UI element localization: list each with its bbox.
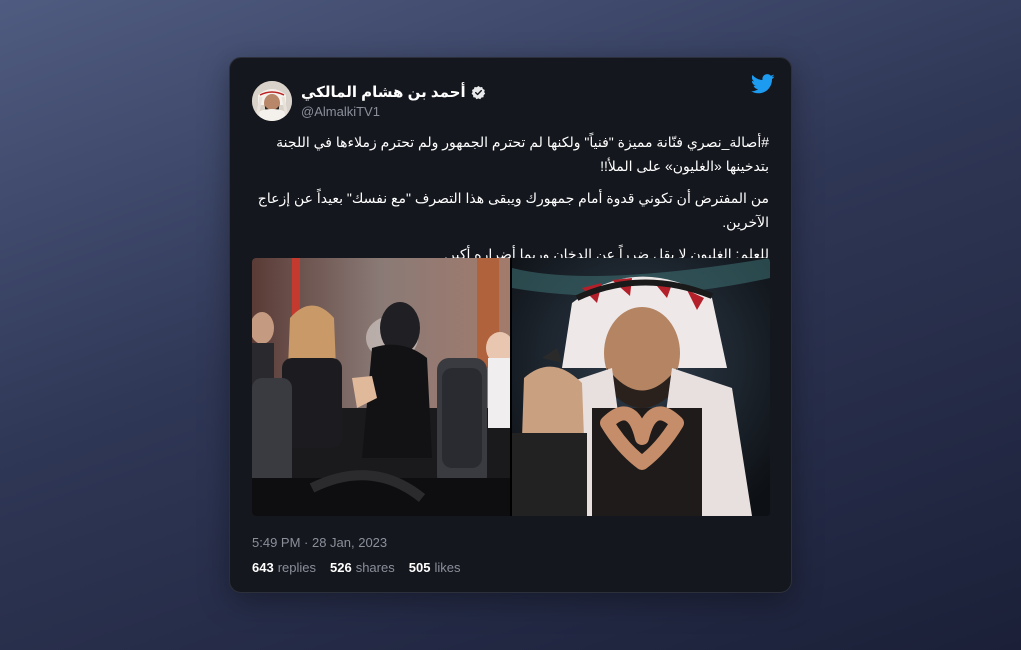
display-name-row: أحمد بن هشام المالكي xyxy=(301,82,486,102)
shares-label: shares xyxy=(355,560,395,575)
display-name[interactable]: أحمد بن هشام المالكي xyxy=(301,83,466,101)
media-image-left[interactable] xyxy=(252,258,510,516)
tweet-paragraph-1: #أصالة_نصري فنّانة مميزة "فنياً" ولكنها … xyxy=(276,134,769,174)
tweet-paragraph-2: من المفترض أن تكوني قدوة أمام جمهورك ويب… xyxy=(257,190,769,230)
user-handle[interactable]: @AlmalkiTV1 xyxy=(301,104,486,119)
replies-count: 643 xyxy=(252,560,274,575)
replies-label: replies xyxy=(277,560,316,575)
tweet-card[interactable]: أحمد بن هشام المالكي @AlmalkiTV1 #أصالة_… xyxy=(229,57,792,593)
media-grid xyxy=(252,258,770,516)
tweet-text: #أصالة_نصري فنّانة مميزة "فنياً" ولكنها … xyxy=(252,130,769,274)
tweet-timestamp[interactable]: 5:49 PM · 28 Jan, 2023 xyxy=(252,535,387,550)
replies-stat[interactable]: 643 replies xyxy=(252,560,316,575)
twitter-bird-icon[interactable] xyxy=(750,74,775,94)
likes-count: 505 xyxy=(408,560,431,575)
man-heart-hands-photo-icon xyxy=(512,258,770,516)
likes-label: likes xyxy=(434,560,461,575)
shares-stat[interactable]: 526 shares xyxy=(330,560,395,575)
likes-stat[interactable]: 505 likes xyxy=(409,560,461,575)
media-image-right[interactable] xyxy=(512,258,770,516)
verified-badge-icon xyxy=(471,85,486,100)
user-info: أحمد بن هشام المالكي @AlmalkiTV1 xyxy=(301,82,486,119)
tweet-header: أحمد بن هشام المالكي @AlmalkiTV1 xyxy=(252,74,775,124)
judges-panel-photo-icon xyxy=(252,258,510,516)
shares-count: 526 xyxy=(330,560,352,575)
avatar[interactable] xyxy=(252,81,292,121)
tweet-stats: 643 replies 526 shares 505 likes xyxy=(252,560,460,575)
profile-photo-icon xyxy=(252,81,292,121)
